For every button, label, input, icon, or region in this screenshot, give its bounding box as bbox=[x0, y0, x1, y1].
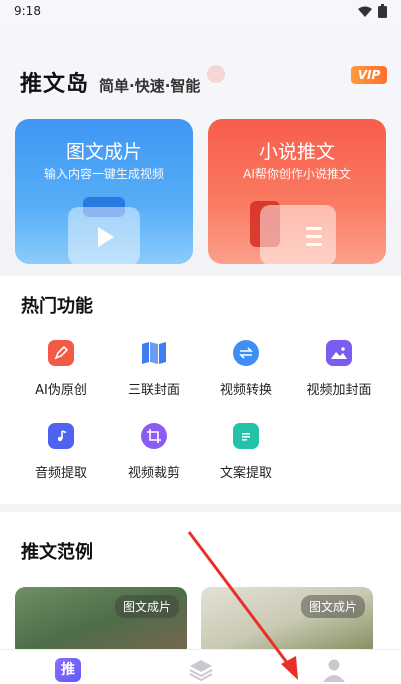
card-novel-promo[interactable]: 小说推文 AI帮你创作小说推文 bbox=[208, 119, 386, 264]
profile-icon[interactable] bbox=[321, 658, 347, 682]
example-tag: 图文成片 bbox=[300, 595, 365, 618]
layers-icon[interactable] bbox=[188, 658, 214, 682]
feature-triple-cover[interactable]: 三联封面 bbox=[109, 340, 199, 398]
battery-icon bbox=[378, 4, 387, 18]
card-title: 小说推文 bbox=[258, 141, 335, 163]
swap-icon bbox=[233, 340, 259, 366]
crop-icon bbox=[141, 423, 167, 449]
home-tab-icon[interactable]: 推 bbox=[55, 658, 81, 682]
map-icon bbox=[141, 340, 167, 366]
feature-label: 三联封面 bbox=[127, 383, 180, 398]
feature-text-extract[interactable]: 文案提取 bbox=[201, 423, 291, 481]
card-subtitle: AI帮你创作小说推文 bbox=[243, 167, 351, 181]
feature-label: 视频转换 bbox=[219, 383, 272, 398]
document-icon bbox=[233, 423, 259, 449]
feature-audio-extract[interactable]: 音频提取 bbox=[16, 423, 106, 481]
feature-ai-rewrite[interactable]: AI伪原创 bbox=[16, 340, 106, 398]
app-slogan: 简单·快速·智能 bbox=[99, 77, 201, 95]
example-card[interactable]: 图文成片 bbox=[201, 587, 373, 657]
example-tag: 图文成片 bbox=[114, 595, 179, 618]
feature-label: 视频加封面 bbox=[306, 383, 372, 398]
section-title-hot-features: 热门功能 bbox=[21, 296, 93, 317]
brand: 推文岛 简单·快速·智能 bbox=[20, 66, 200, 98]
feature-video-convert[interactable]: 视频转换 bbox=[201, 340, 291, 398]
decorative-dot bbox=[207, 65, 225, 83]
book-icon bbox=[260, 205, 336, 264]
card-subtitle: 输入内容一键生成视频 bbox=[43, 167, 164, 181]
play-icon bbox=[68, 207, 140, 264]
feature-video-crop[interactable]: 视频裁剪 bbox=[109, 423, 199, 481]
image-icon bbox=[326, 340, 352, 366]
card-title: 图文成片 bbox=[65, 141, 142, 163]
feature-label: 文案提取 bbox=[219, 466, 272, 481]
feature-label: AI伪原创 bbox=[35, 383, 87, 398]
feature-label: 视频裁剪 bbox=[127, 466, 180, 481]
wifi-icon bbox=[358, 6, 372, 17]
feature-label: 音频提取 bbox=[34, 466, 87, 481]
music-folder-icon bbox=[48, 423, 74, 449]
app-title: 推文岛 bbox=[20, 72, 90, 97]
pen-icon bbox=[48, 340, 74, 366]
vip-badge[interactable]: VIP bbox=[351, 66, 387, 84]
example-card[interactable]: 图文成片 bbox=[15, 587, 187, 657]
section-title-examples: 推文范例 bbox=[21, 542, 93, 563]
status-time: 9:18 bbox=[14, 4, 41, 18]
bottom-tab-bar: 推 bbox=[0, 649, 401, 684]
feature-video-add-cover[interactable]: 视频加封面 bbox=[294, 340, 384, 398]
card-image-to-video[interactable]: 图文成片 输入内容一键生成视频 bbox=[15, 119, 193, 264]
status-bar: 9:18 bbox=[0, 0, 401, 24]
